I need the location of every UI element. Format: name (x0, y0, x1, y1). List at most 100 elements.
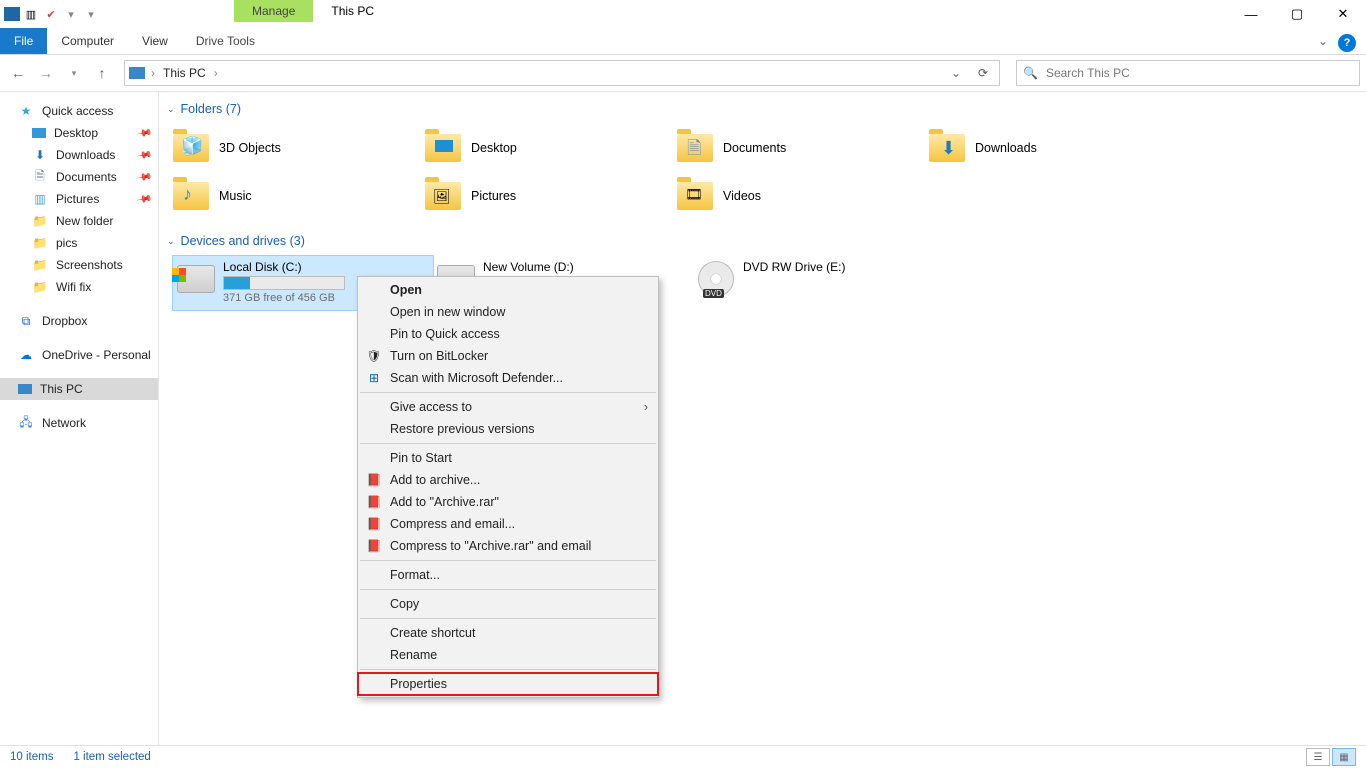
search-icon: 🔍 (1023, 66, 1038, 80)
folder-pictures[interactable]: 🖼Pictures (425, 172, 677, 220)
breadcrumb-separator[interactable]: › (214, 66, 218, 80)
folder-icon: 📁 (32, 279, 48, 295)
sidebar-network[interactable]: 🖧Network (0, 412, 158, 434)
onedrive-icon: ☁ (18, 347, 34, 363)
ctx-open[interactable]: Open (358, 279, 658, 301)
drive-c-free: 371 GB free of 456 GB (223, 292, 345, 304)
help-icon[interactable]: ? (1338, 34, 1356, 52)
view-large-icons-button[interactable]: ▦ (1332, 748, 1356, 766)
folder-icon: 📁 (32, 213, 48, 229)
refresh-button[interactable]: ⟳ (971, 66, 995, 80)
folder-music[interactable]: ♪Music (173, 172, 425, 220)
sidebar-desktop[interactable]: Desktop📌 (0, 122, 158, 144)
drive-e[interactable]: DVD DVD RW Drive (E:) (693, 256, 953, 310)
qat-customize-dropdown[interactable]: ▾ (82, 5, 100, 23)
ctx-properties[interactable]: Properties (358, 673, 658, 695)
defender-icon: ⊞ (366, 370, 382, 386)
ctx-rename[interactable]: Rename (358, 644, 658, 666)
folder-desktop[interactable]: Desktop (425, 124, 677, 172)
ctx-open-new-window[interactable]: Open in new window (358, 301, 658, 323)
up-button[interactable]: ↑ (90, 61, 114, 85)
breadcrumb-separator[interactable]: › (151, 66, 155, 80)
shield-icon: 🛡 (366, 348, 382, 364)
ribbon-collapse-chevron[interactable]: ⌄ (1308, 28, 1338, 54)
folder-icon: 🖼 (425, 182, 461, 210)
sidebar-quick-access[interactable]: ★Quick access (0, 100, 158, 122)
minimize-button[interactable]: — (1228, 0, 1274, 28)
ctx-bitlocker[interactable]: 🛡Turn on BitLocker (358, 345, 658, 367)
ctx-give-access[interactable]: Give access to› (358, 396, 658, 418)
group-devices[interactable]: ⌄Devices and drives (3) (167, 230, 1354, 256)
ctx-pin-start[interactable]: Pin to Start (358, 447, 658, 469)
pc-icon (18, 384, 32, 394)
sidebar-onedrive[interactable]: ☁OneDrive - Personal (0, 344, 158, 366)
context-menu: Open Open in new window Pin to Quick acc… (357, 276, 659, 698)
close-button[interactable]: ✕ (1320, 0, 1366, 28)
pictures-icon: ▥ (32, 191, 48, 207)
folder-icon (425, 134, 461, 162)
status-selected-count: 1 item selected (73, 751, 150, 763)
star-icon: ★ (18, 103, 34, 119)
qat-undo-dropdown[interactable]: ▾ (62, 5, 80, 23)
recent-dropdown[interactable]: ▾ (62, 61, 86, 85)
sidebar-new-folder[interactable]: 📁New folder (0, 210, 158, 232)
search-placeholder: Search This PC (1046, 66, 1130, 80)
sidebar-this-pc[interactable]: This PC (0, 378, 158, 400)
address-history-dropdown[interactable]: ⌄ (947, 66, 965, 80)
view-details-button[interactable]: ☰ (1306, 748, 1330, 766)
search-box[interactable]: 🔍 Search This PC (1016, 60, 1360, 86)
back-button[interactable]: ← (6, 61, 30, 85)
drive-d-label: New Volume (D:) (483, 260, 574, 274)
winrar-icon: 📕 (366, 516, 382, 532)
tab-file[interactable]: File (0, 28, 47, 54)
maximize-button[interactable]: ▢ (1274, 0, 1320, 28)
ribbon-tabs: File Computer View Drive Tools ⌄ ? (0, 28, 1366, 55)
pin-icon: 📌 (136, 125, 153, 141)
ctx-defender-scan[interactable]: ⊞Scan with Microsoft Defender... (358, 367, 658, 389)
ctx-compress-email[interactable]: 📕Compress and email... (358, 513, 658, 535)
address-bar[interactable]: › This PC › ⌄ ⟳ (124, 60, 1000, 86)
navigation-pane: ★Quick access Desktop📌 ⬇Downloads📌 🗎Docu… (0, 90, 159, 746)
sidebar-dropbox[interactable]: ⧉Dropbox (0, 310, 158, 332)
folder-videos[interactable]: 🎞Videos (677, 172, 929, 220)
app-icon (4, 7, 20, 21)
downloads-icon: ⬇ (32, 147, 48, 163)
breadcrumb-this-pc[interactable]: This PC (161, 66, 208, 80)
network-icon: 🖧 (18, 415, 34, 431)
quick-access-toolbar: ▥ ✔ ▾ ▾ (0, 0, 104, 28)
folder-3d-objects[interactable]: 🧊3D Objects (173, 124, 425, 172)
pin-icon: 📌 (136, 191, 153, 207)
tab-view[interactable]: View (128, 28, 182, 54)
documents-icon: 🗎 (32, 169, 48, 185)
qat-properties-icon[interactable]: ▥ (22, 5, 40, 23)
content-pane: ⌄Folders (7) 🧊3D Objects Desktop 🗎Docume… (159, 90, 1366, 746)
folder-documents[interactable]: 🗎Documents (677, 124, 929, 172)
ctx-copy[interactable]: Copy (358, 593, 658, 615)
sidebar-downloads[interactable]: ⬇Downloads📌 (0, 144, 158, 166)
navigation-bar: ← → ▾ ↑ › This PC › ⌄ ⟳ 🔍 Search This PC (0, 55, 1366, 92)
ctx-pin-quick-access[interactable]: Pin to Quick access (358, 323, 658, 345)
forward-button[interactable]: → (34, 61, 58, 85)
tab-computer[interactable]: Computer (47, 28, 128, 54)
qat-newfolder-icon[interactable]: ✔ (42, 5, 60, 23)
ctx-format[interactable]: Format... (358, 564, 658, 586)
sidebar-pics[interactable]: 📁pics (0, 232, 158, 254)
folder-downloads[interactable]: ⬇Downloads (929, 124, 1181, 172)
folder-icon: 📁 (32, 235, 48, 251)
ctx-compress-rar-email[interactable]: 📕Compress to "Archive.rar" and email (358, 535, 658, 557)
folder-icon: 🧊 (173, 134, 209, 162)
ctx-add-archive[interactable]: 📕Add to archive... (358, 469, 658, 491)
ctx-restore-versions[interactable]: Restore previous versions (358, 418, 658, 440)
drive-c-label: Local Disk (C:) (223, 260, 345, 274)
group-folders[interactable]: ⌄Folders (7) (167, 98, 1354, 124)
sidebar-screenshots[interactable]: 📁Screenshots (0, 254, 158, 276)
drive-icon (177, 260, 215, 298)
sidebar-pictures[interactable]: ▥Pictures📌 (0, 188, 158, 210)
pin-icon: 📌 (136, 169, 153, 185)
ctx-add-archive-rar[interactable]: 📕Add to "Archive.rar" (358, 491, 658, 513)
sidebar-documents[interactable]: 🗎Documents📌 (0, 166, 158, 188)
tab-drive-tools[interactable]: Drive Tools (182, 28, 269, 54)
sidebar-wifi-fix[interactable]: 📁Wifi fix (0, 276, 158, 298)
ctx-create-shortcut[interactable]: Create shortcut (358, 622, 658, 644)
contextual-tab-manage[interactable]: Manage (234, 0, 313, 22)
